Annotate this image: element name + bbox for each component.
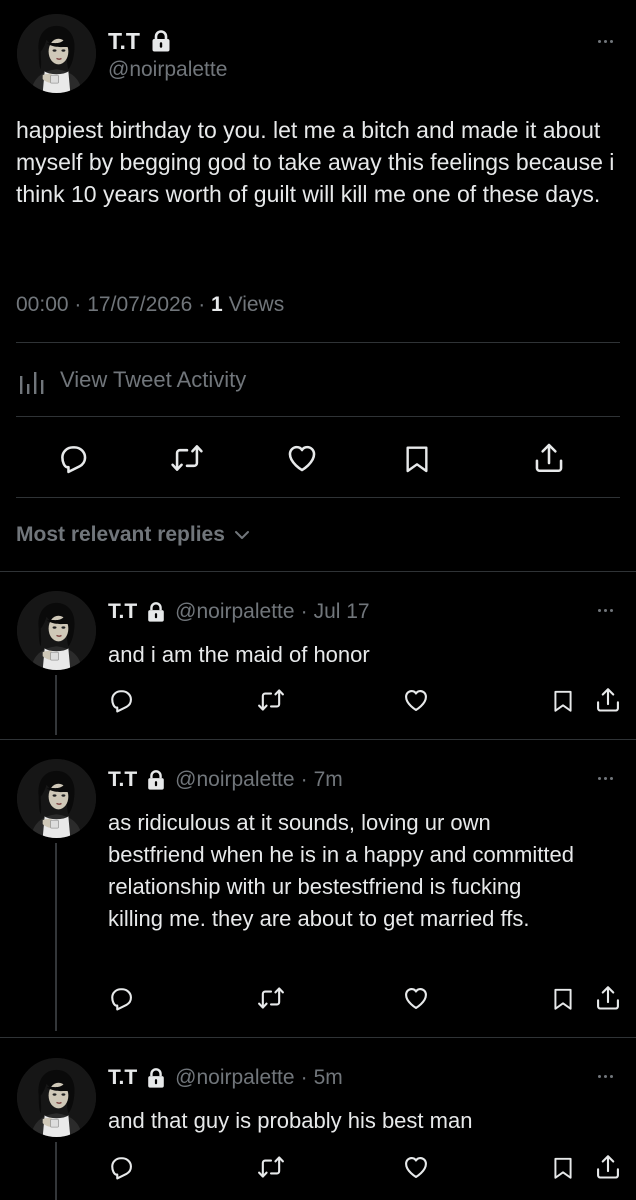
thread-line <box>55 1142 57 1200</box>
bookmark-icon[interactable] <box>401 442 433 476</box>
lock-icon <box>149 28 173 54</box>
share-icon[interactable] <box>532 441 566 475</box>
views[interactable]: 1 Views <box>211 293 284 316</box>
more-icon[interactable] <box>598 609 613 612</box>
divider <box>16 497 620 498</box>
separator: · <box>300 1066 308 1089</box>
reply-header: T.T @noirpalette · 7m <box>108 765 343 795</box>
more-icon[interactable] <box>598 40 613 43</box>
activity-label: View Tweet Activity <box>60 367 247 392</box>
like-icon[interactable] <box>402 686 430 714</box>
replies-sort-label: Most relevant replies <box>16 523 225 546</box>
tweet-meta: 00:00 · 17/07/2026 · 1 Views <box>16 290 284 320</box>
like-icon[interactable] <box>402 1153 430 1181</box>
more-icon[interactable] <box>598 1075 613 1078</box>
handle[interactable]: @noirpalette <box>175 1066 294 1090</box>
separator: · <box>300 768 308 791</box>
reply-time[interactable]: 7m <box>314 768 343 792</box>
reply-header: T.T @noirpalette · 5m <box>108 1063 343 1093</box>
retweet-icon[interactable] <box>256 1153 286 1181</box>
share-icon[interactable] <box>594 1153 622 1181</box>
thread-line <box>55 843 57 1031</box>
avatar[interactable] <box>17 759 96 838</box>
handle[interactable]: @noirpalette <box>175 600 294 624</box>
view-tweet-activity[interactable]: View Tweet Activity <box>16 362 246 398</box>
reply-icon[interactable] <box>107 1153 135 1181</box>
views-label: Views <box>222 293 285 316</box>
display-name[interactable]: T.T <box>108 600 137 624</box>
thread-line <box>55 675 57 735</box>
reply-time[interactable]: 5m <box>314 1066 343 1090</box>
reply-icon[interactable] <box>107 686 135 714</box>
views-count: 1 <box>211 293 223 316</box>
avatar[interactable] <box>17 591 96 670</box>
display-name[interactable]: T.T <box>108 28 140 55</box>
separator: · <box>300 600 308 623</box>
chart-icon <box>16 364 46 396</box>
more-icon[interactable] <box>598 777 613 780</box>
retweet-icon[interactable] <box>169 441 205 475</box>
reply-time[interactable]: Jul 17 <box>314 600 370 624</box>
avatar[interactable] <box>17 1058 96 1137</box>
reply-text: as ridiculous at it sounds, loving ur ow… <box>108 810 574 931</box>
separator: · <box>74 293 82 316</box>
reply-header: T.T @noirpalette · Jul 17 <box>108 597 370 627</box>
like-icon[interactable] <box>285 441 319 475</box>
divider <box>0 571 636 572</box>
separator: · <box>198 293 206 316</box>
handle[interactable]: @noirpalette <box>175 768 294 792</box>
tweet-time[interactable]: 00:00 <box>16 293 69 316</box>
chevron-down-icon <box>233 526 251 544</box>
reply-text: and that guy is probably his best man <box>108 1108 473 1133</box>
bookmark-icon[interactable] <box>550 1154 576 1182</box>
share-icon[interactable] <box>594 984 622 1012</box>
bookmark-icon[interactable] <box>550 687 576 715</box>
retweet-icon[interactable] <box>256 984 286 1012</box>
lock-icon <box>145 768 167 792</box>
reply-icon[interactable] <box>107 984 135 1012</box>
divider <box>16 342 620 343</box>
divider <box>16 416 620 417</box>
divider <box>0 739 636 740</box>
tweet-text: happiest birthday to you. let me a bitch… <box>16 117 615 207</box>
bookmark-icon[interactable] <box>550 985 576 1013</box>
handle[interactable]: @noirpalette <box>108 56 227 84</box>
reply-text: and i am the maid of honor <box>108 642 370 667</box>
lock-icon <box>145 1066 167 1090</box>
avatar[interactable] <box>17 14 96 93</box>
retweet-icon[interactable] <box>256 686 286 714</box>
display-name[interactable]: T.T <box>108 768 137 792</box>
display-name[interactable]: T.T <box>108 1066 137 1090</box>
share-icon[interactable] <box>594 686 622 714</box>
replies-sort-dropdown[interactable]: Most relevant replies <box>16 519 251 551</box>
tweet-date[interactable]: 17/07/2026 <box>87 293 192 316</box>
reply-icon[interactable] <box>56 441 90 475</box>
lock-icon <box>145 600 167 624</box>
like-icon[interactable] <box>402 984 430 1012</box>
divider <box>0 1037 636 1038</box>
